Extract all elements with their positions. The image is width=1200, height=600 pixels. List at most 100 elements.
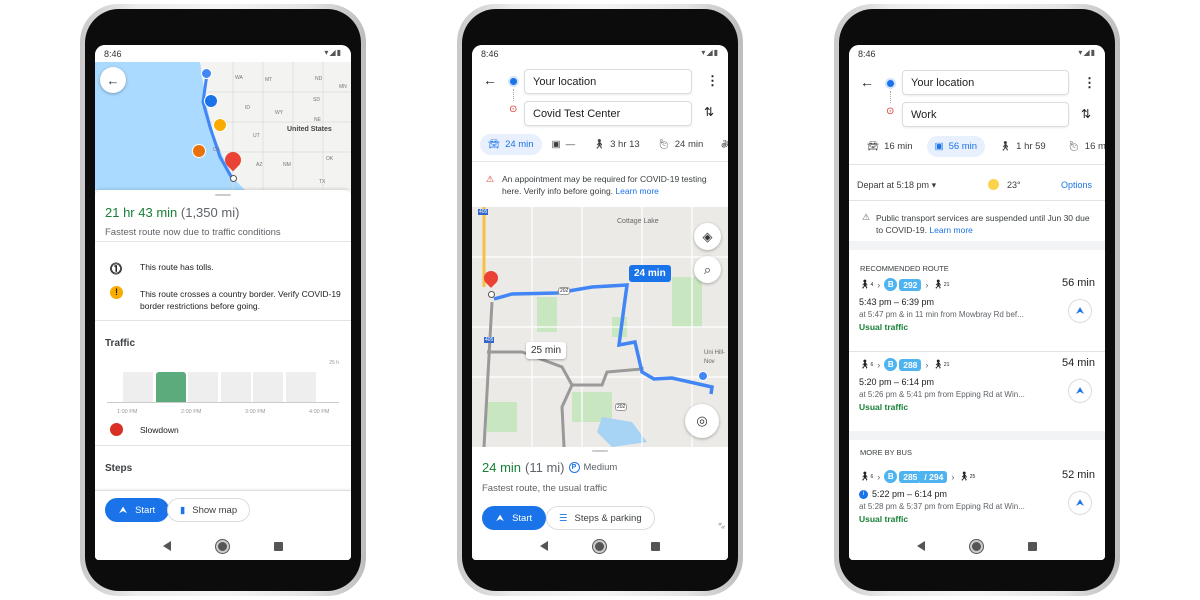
route-traffic: Usual traffic bbox=[859, 322, 909, 332]
mode-rideshare[interactable]: 🙋︎ 24 min bbox=[650, 134, 712, 155]
route-option[interactable]: 🚶︎ 6 › B 285/ 294 › 🚶︎ 25 52 min i 5:22 pm –… bbox=[849, 465, 1105, 540]
nav-home-icon[interactable] bbox=[969, 539, 983, 553]
nav-recents-icon[interactable] bbox=[651, 541, 661, 551]
distance: (1,350 mi) bbox=[180, 205, 240, 220]
mode-rideshare[interactable]: 🙋︎ 16 mi bbox=[1060, 136, 1105, 157]
route-times-row: 5:43 pm – 6:39 pm bbox=[859, 297, 934, 307]
start-route-button[interactable]: ⮝ bbox=[1068, 299, 1092, 323]
route-time-label-alternate[interactable]: 25 min bbox=[526, 342, 567, 359]
car-marker-icon[interactable] bbox=[201, 68, 212, 79]
route-time-label-primary[interactable]: 24 min bbox=[629, 265, 671, 282]
map-view[interactable]: WA MT ND MN ID SD WY NE UT United States… bbox=[95, 62, 351, 190]
mode-walking[interactable]: 🚶︎ 3 hr 13 bbox=[585, 134, 648, 155]
screen-trip-directions: 8:46 ▾◢▮ WA MT ND MN ID SD WY NE UT Unite… bbox=[95, 45, 351, 560]
depart-time-dropdown[interactable]: Depart at 5:18 pm ▾ bbox=[857, 180, 936, 191]
navigation-arrow-icon: ⮝ bbox=[1075, 385, 1085, 397]
bus-number: 292 bbox=[899, 278, 922, 291]
warning-triangle-icon: ⚠ bbox=[862, 212, 871, 222]
learn-more-link[interactable]: Learn more bbox=[929, 225, 972, 235]
transit-icon: ▣ bbox=[551, 139, 561, 150]
toll-icon: ⓵ bbox=[110, 262, 123, 276]
route-option[interactable]: 🚶︎ 4 › B 292 › 🚶︎ 21 56 min 5:43 pm – 6:39 … bbox=[849, 273, 1105, 348]
show-map-button[interactable]: ▮ Show map bbox=[167, 498, 251, 522]
origin-input[interactable]: Your location bbox=[524, 69, 692, 94]
route-duration: 56 min bbox=[1061, 277, 1095, 289]
transit-alert: Public transport services are suspended … bbox=[876, 212, 1098, 236]
travel-mode-tabs: 🚘︎ 16 min ▣ 56 min 🚶︎ 1 hr 59 🙋︎ 16 mi bbox=[859, 136, 1105, 157]
traffic-chart: 25 h bbox=[107, 360, 339, 403]
start-route-button[interactable]: ⮝ bbox=[1068, 379, 1092, 403]
start-route-button[interactable]: ⮝ bbox=[1068, 491, 1092, 515]
start-button[interactable]: ⮝ Start bbox=[105, 498, 170, 522]
list-icon: ☰ bbox=[559, 512, 568, 524]
more-options-icon[interactable]: ⋮ bbox=[706, 73, 719, 89]
layers-icon: ◈ bbox=[702, 228, 713, 244]
learn-more-link[interactable]: Learn more bbox=[615, 186, 658, 196]
search-along-route-button[interactable]: ⌕ bbox=[694, 256, 721, 283]
time-label: 1:00 PM bbox=[117, 409, 138, 415]
bus-badge: B 292 bbox=[884, 278, 922, 291]
phone-3: 8:46 ▾◢▮ ← ⊙ Your location Work ⋮ ⇅ 🚘︎ 16 … bbox=[834, 4, 1120, 596]
clock: 8:46 bbox=[104, 49, 122, 59]
options-button[interactable]: Options bbox=[1061, 180, 1092, 190]
arrow-left-icon: ← bbox=[106, 72, 120, 88]
layers-button[interactable]: ◈ bbox=[694, 223, 721, 250]
bus-number: 294 bbox=[929, 471, 944, 482]
map-label-cottage-lake: Cottage Lake bbox=[617, 218, 659, 225]
mode-driving[interactable]: 🚘︎ 24 min bbox=[480, 134, 542, 155]
swap-icon[interactable]: ⇅ bbox=[1081, 107, 1091, 121]
parking-icon: P bbox=[568, 462, 580, 473]
drag-handle[interactable] bbox=[215, 194, 231, 196]
more-options-icon[interactable]: ⋮ bbox=[1083, 75, 1096, 91]
map-label-place: Uni Hill-Nov bbox=[704, 350, 725, 365]
origin-input[interactable]: Your location bbox=[902, 70, 1069, 95]
map-label: ND bbox=[315, 76, 323, 82]
chevron-right-icon: › bbox=[925, 279, 929, 290]
route-duration: 52 min bbox=[1061, 469, 1095, 481]
route-subtitle: Fastest route now due to traffic conditi… bbox=[105, 227, 281, 238]
nav-back-icon[interactable] bbox=[539, 541, 548, 551]
warning-triangle-icon: ⚠ bbox=[486, 174, 495, 184]
my-location-button[interactable]: ◎ bbox=[685, 404, 719, 438]
map-label: MT bbox=[265, 77, 273, 83]
destination-input[interactable]: Covid Test Center bbox=[524, 101, 692, 126]
dropdown-arrow-icon: ▾ bbox=[931, 180, 937, 190]
start-button[interactable]: ⮝ Start bbox=[482, 506, 547, 530]
swap-icon[interactable]: ⇅ bbox=[704, 105, 714, 119]
steps-heading[interactable]: Steps bbox=[105, 463, 132, 474]
route-legs: 🚶︎ 4 › B 292 › 🚶︎ 21 bbox=[859, 278, 949, 291]
mode-driving[interactable]: 🚘︎ 16 min bbox=[859, 136, 921, 157]
hazard-marker-icon[interactable] bbox=[192, 144, 206, 158]
map-view[interactable]: Cottage Lake Uni Hill-Nov 405 405 202 20… bbox=[472, 207, 728, 447]
mode-walking[interactable]: 🚶︎ 1 hr 59 bbox=[991, 136, 1054, 157]
drag-handle[interactable] bbox=[592, 450, 608, 452]
warning-icon: ! bbox=[110, 286, 123, 299]
parking-difficulty: Medium bbox=[583, 462, 618, 473]
destination-input[interactable]: Work bbox=[902, 102, 1069, 127]
destination-value: Covid Test Center bbox=[533, 107, 621, 120]
nav-recents-icon[interactable] bbox=[1028, 541, 1038, 551]
route-duration: 54 min bbox=[1061, 357, 1095, 369]
traffic-bar bbox=[188, 372, 218, 402]
camera-marker-icon[interactable] bbox=[204, 94, 218, 108]
steps-parking-button[interactable]: ☰ Steps & parking bbox=[546, 506, 655, 530]
back-button[interactable]: ← bbox=[483, 72, 497, 88]
mode-label: 1 hr 59 bbox=[1016, 141, 1046, 152]
nav-home-icon[interactable] bbox=[215, 539, 229, 553]
mode-transit[interactable]: ▣ — bbox=[544, 134, 583, 155]
route-option[interactable]: 🚶︎ 6 › B 288 › 🚶︎ 21 54 min 5:20 pm – 6:14 … bbox=[849, 353, 1105, 428]
nav-back-icon[interactable] bbox=[916, 541, 925, 551]
map-label-country: United States bbox=[287, 126, 332, 133]
route-traffic: Usual traffic bbox=[859, 514, 909, 524]
mode-transit[interactable]: ▣ 56 min bbox=[926, 136, 986, 157]
back-button[interactable]: ← bbox=[860, 74, 874, 90]
construction-marker-icon[interactable] bbox=[213, 118, 227, 132]
route-times: 5:20 pm – 6:14 pm bbox=[859, 377, 935, 387]
border-notice: This route crosses a country border. Ver… bbox=[140, 289, 341, 311]
back-button[interactable]: ← bbox=[100, 67, 126, 93]
nav-back-icon[interactable] bbox=[162, 541, 171, 551]
nav-recents-icon[interactable] bbox=[274, 541, 284, 551]
depart-label: Depart at 5:18 pm bbox=[857, 180, 930, 190]
nav-home-icon[interactable] bbox=[592, 539, 606, 553]
mode-cycling[interactable]: 🚲︎5 bbox=[713, 134, 728, 155]
